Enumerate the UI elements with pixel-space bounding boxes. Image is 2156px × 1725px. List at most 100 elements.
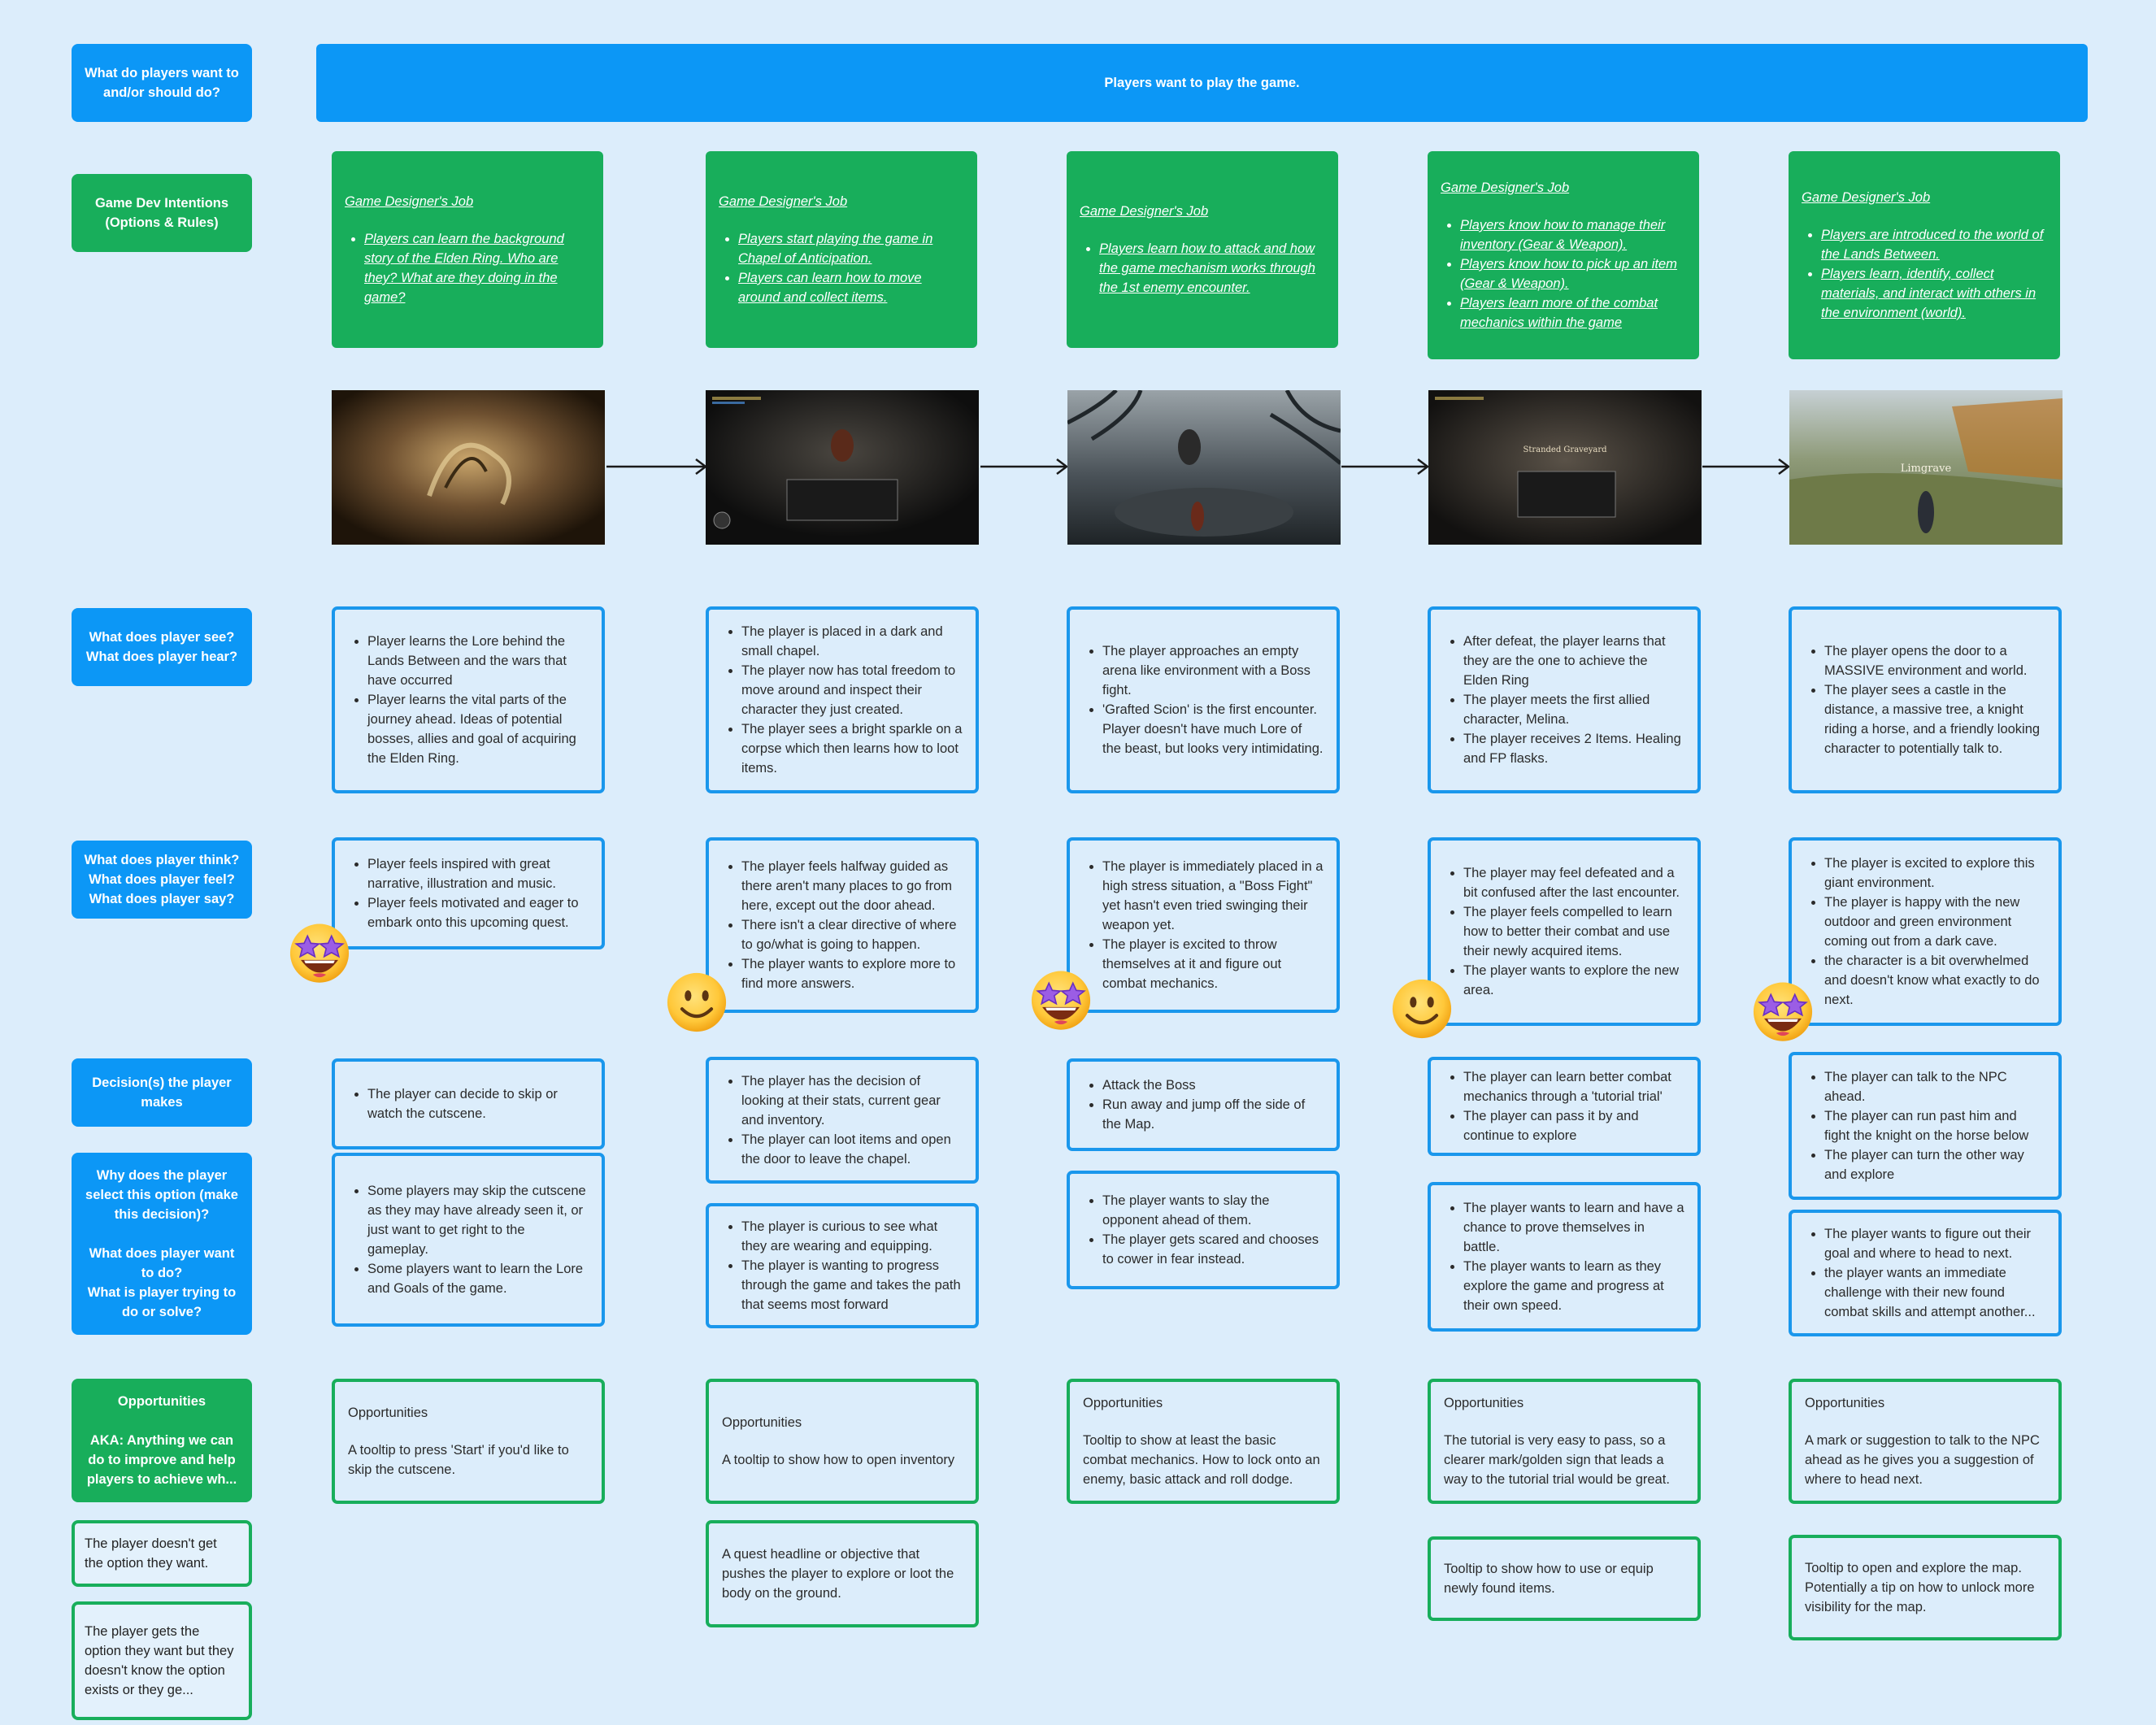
bullet-item: The player has the decision of looking a… (741, 1071, 963, 1130)
bullet-item: The player meets the first allied charac… (1463, 690, 1684, 729)
bullet-item: The player receives 2 Items. Healing and… (1463, 729, 1684, 768)
bullet-item: Players are introduced to the world of t… (1821, 225, 2047, 264)
bullet-item: The player is wanting to progress throug… (741, 1256, 963, 1314)
bullet-item: The player can pass it by and continue t… (1463, 1106, 1684, 1145)
designer-job-title: Game Designer's Job (719, 194, 848, 209)
opportunity-text: The tutorial is very easy to pass, so a … (1444, 1433, 1670, 1487)
bullet-item: 'Grafted Scion' is the first encounter. … (1102, 700, 1324, 758)
designer-job-card: Game Designer's Job Players can learn the… (332, 151, 603, 348)
bullet-item: The player wants to slay the opponent ah… (1102, 1191, 1324, 1230)
extra-opportunity-card: Tooltip to open and explore the map. Pot… (1789, 1535, 2062, 1640)
opportunity-title: Opportunities (1083, 1396, 1163, 1410)
row-label-want: What do players want to and/or should do… (72, 44, 252, 122)
extra-opportunity-text: Tooltip to show how to use or equip newl… (1444, 1562, 1654, 1596)
bullet-item: The player now has total freedom to move… (741, 661, 963, 719)
designer-job-title: Game Designer's Job (345, 194, 474, 209)
opportunity-text: A tooltip to press 'Start' if you'd like… (348, 1443, 569, 1477)
row-label-unknown-option: The player gets the option they want but… (72, 1601, 252, 1720)
extra-opportunity-card: Tooltip to show how to use or equip newl… (1428, 1536, 1701, 1621)
bullet-item: The player can run past him and fight th… (1824, 1106, 2045, 1145)
why-card: The player wants to slay the opponent ah… (1067, 1171, 1340, 1289)
bullet-list: The player can decide to skip or watch t… (348, 1084, 589, 1123)
bullet-item: The player wants to learn as they explor… (1463, 1257, 1684, 1315)
star-struck-face-icon (1750, 977, 1816, 1044)
extra-opportunity-text: A quest headline or objective that pushe… (722, 1547, 954, 1601)
opportunity-card: Opportunities A mark or suggestion to tal… (1789, 1379, 2062, 1504)
designer-job-card: Game Designer's Job Players are introduce… (1789, 151, 2060, 359)
bullet-list: The player is immediately placed in a hi… (1083, 857, 1324, 993)
bullet-item: The player feels halfway guided as there… (741, 857, 963, 915)
bullet-item: Player learns the vital parts of the jou… (367, 690, 589, 768)
bullet-item: The player feels compelled to learn how … (1463, 902, 1684, 961)
row-label-opportunities: Opportunities AKA: Anything we can do to… (72, 1379, 252, 1502)
bullet-list: Some players may skip the cutscene as th… (348, 1181, 589, 1298)
bullet-list: After defeat, the player learns that the… (1444, 632, 1684, 768)
bullet-list: The player can learn better combat mecha… (1444, 1067, 1684, 1145)
think-feel-card: The player feels halfway guided as there… (706, 837, 979, 1013)
decision-card: The player can learn better combat mecha… (1428, 1057, 1701, 1156)
bullet-item: Player feels motivated and eager to emba… (367, 893, 589, 932)
bullet-item: The player may feel defeated and a bit c… (1463, 863, 1684, 902)
bullet-list: The player is curious to see what they a… (722, 1217, 963, 1314)
designer-job-card: Game Designer's Job Players learn how to … (1067, 151, 1338, 348)
designer-job-card: Game Designer's Job Players know how to m… (1428, 151, 1699, 359)
why-card: The player wants to figure out their goa… (1789, 1210, 2062, 1336)
opportunity-text: Tooltip to show at least the basic comba… (1083, 1433, 1320, 1487)
bullet-list: Attack the BossRun away and jump off the… (1083, 1075, 1324, 1134)
decision-card: The player can decide to skip or watch t… (332, 1058, 605, 1149)
bullet-item: Some players want to learn the Lore and … (367, 1259, 589, 1298)
bullet-list: Players can learn the background story o… (345, 229, 590, 307)
bullet-item: The player can loot items and open the d… (741, 1130, 963, 1169)
bullet-item: The player wants to explore the new area… (1463, 961, 1684, 1000)
opportunity-text: A mark or suggestion to talk to the NPC … (1805, 1433, 2040, 1487)
bullet-item: Players know how to pick up an item (Gea… (1460, 254, 1686, 293)
bullet-item: The player can decide to skip or watch t… (367, 1084, 589, 1123)
game-screenshot (1067, 390, 1341, 545)
designer-job-title: Game Designer's Job (1080, 204, 1209, 219)
bullet-item: Player feels inspired with great narrati… (367, 854, 589, 893)
bullet-item: Attack the Boss (1102, 1075, 1324, 1095)
row-label-see-hear: What does player see? What does player h… (72, 608, 252, 686)
bullet-list: The player wants to slay the opponent ah… (1083, 1191, 1324, 1269)
game-screenshot (332, 390, 605, 545)
bullet-item: The player is excited to throw themselve… (1102, 935, 1324, 993)
think-feel-card: The player is excited to explore this gi… (1789, 837, 2062, 1026)
opportunity-card: Opportunities Tooltip to show at least th… (1067, 1379, 1340, 1504)
extra-opportunity-text: Tooltip to open and explore the map. Pot… (1805, 1561, 2035, 1614)
bullet-item: There isn't a clear directive of where t… (741, 915, 963, 954)
svg-text:Stranded Graveyard: Stranded Graveyard (1523, 445, 1607, 454)
bullet-item: The player can turn the other way and ex… (1824, 1145, 2045, 1184)
see-hear-card: After defeat, the player learns that the… (1428, 606, 1701, 793)
bullet-list: Players start playing the game in Chapel… (719, 229, 964, 307)
bullet-item: Players start playing the game in Chapel… (738, 229, 964, 268)
bullet-list: The player wants to learn and have a cha… (1444, 1198, 1684, 1315)
bullet-item: Players know how to manage their invento… (1460, 215, 1686, 254)
bullet-item: The player gets scared and chooses to co… (1102, 1230, 1324, 1269)
opportunity-title: Opportunities (1444, 1396, 1524, 1410)
bullet-list: The player approaches an empty arena lik… (1083, 641, 1324, 758)
decision-card: Attack the BossRun away and jump off the… (1067, 1058, 1340, 1151)
opportunity-title: Opportunities (348, 1406, 428, 1420)
bullet-item: The player opens the door to a MASSIVE e… (1824, 641, 2045, 680)
bullet-item: Some players may skip the cutscene as th… (367, 1181, 589, 1259)
bullet-list: The player feels halfway guided as there… (722, 857, 963, 993)
bullet-list: Players are introduced to the world of t… (1802, 225, 2047, 323)
bullet-item: Players can learn the background story o… (364, 229, 590, 307)
bullet-item: After defeat, the player learns that the… (1463, 632, 1684, 690)
bullet-item: The player sees a castle in the distance… (1824, 680, 2045, 758)
why-card: The player is curious to see what they a… (706, 1203, 979, 1328)
star-struck-face-icon (1028, 966, 1094, 1032)
bullet-item: Players learn more of the combat mechani… (1460, 293, 1686, 332)
think-feel-card: The player is immediately placed in a hi… (1067, 837, 1340, 1013)
opportunity-text: A tooltip to show how to open inventory (722, 1453, 955, 1467)
bullet-item: The player approaches an empty arena lik… (1102, 641, 1324, 700)
bullet-list: Players know how to manage their invento… (1441, 215, 1686, 332)
game-screenshot (706, 390, 979, 545)
bullet-list: The player opens the door to a MASSIVE e… (1805, 641, 2045, 758)
bullet-item: The player wants to figure out their goa… (1824, 1224, 2045, 1263)
bullet-item: The player is happy with the new outdoor… (1824, 893, 2045, 951)
bullet-item: The player is placed in a dark and small… (741, 622, 963, 661)
why-card: Some players may skip the cutscene as th… (332, 1153, 605, 1327)
opportunity-card: Opportunities A tooltip to press 'Start' … (332, 1379, 605, 1504)
designer-job-title: Game Designer's Job (1441, 180, 1570, 195)
